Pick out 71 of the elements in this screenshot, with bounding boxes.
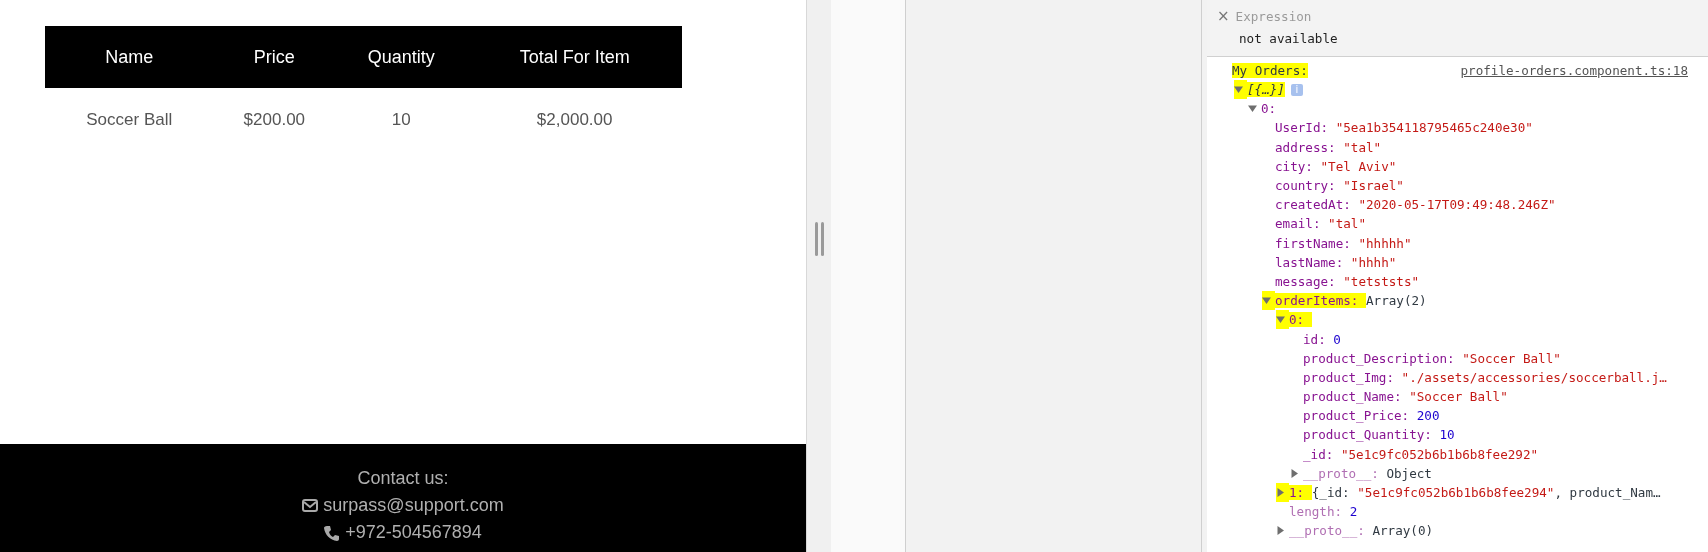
property-value: "tal" [1328, 216, 1366, 232]
triangle-down-icon[interactable] [1276, 315, 1285, 325]
property-key: orderItems: [1275, 293, 1366, 309]
column-header: Name [45, 26, 214, 88]
property-key: 0: [1289, 312, 1312, 328]
table-cell: $2,000.00 [467, 88, 682, 152]
drag-handle-icon[interactable] [815, 222, 824, 256]
triangle-down-icon[interactable] [1234, 85, 1243, 95]
property-value: "hhhhh" [1358, 235, 1412, 251]
property-key: product_Quantity: [1303, 427, 1432, 443]
property-value: "Tel Aviv" [1320, 158, 1397, 174]
column-header: Price [213, 26, 336, 88]
contact-heading: Contact us: [357, 467, 449, 490]
property-key: id: [1303, 331, 1326, 347]
expression-value: not available [1238, 31, 1339, 46]
triangle-right-icon[interactable] [1290, 468, 1299, 478]
property-key: 1: [1289, 485, 1312, 501]
property-key: city: [1275, 158, 1313, 174]
property-key: product_Img: [1303, 369, 1394, 385]
property-value: Object [1386, 465, 1432, 481]
close-button[interactable]: × [1217, 7, 1230, 25]
contact-phone: +972-504567894 [345, 521, 482, 544]
property-value: "2020-05-17T09:49:48.246Z" [1358, 197, 1556, 213]
property-key: address: [1275, 139, 1336, 155]
phone-icon [324, 524, 341, 541]
property-key: lastName: [1275, 254, 1344, 270]
property-key: message: [1275, 273, 1336, 289]
envelope-icon [302, 499, 319, 512]
property-value: 200 [1416, 408, 1440, 424]
property-key: createdAt: [1275, 197, 1351, 213]
property-key: __proto__: [1289, 523, 1365, 539]
property-key: length: [1289, 504, 1343, 520]
triangle-down-icon[interactable] [1262, 296, 1271, 306]
property-value: Array(0) [1372, 523, 1434, 539]
expression-label: Expression [1235, 8, 1312, 24]
source-link[interactable]: profile-orders.component.ts:18 [1460, 62, 1688, 78]
property-value: "Soccer Ball" [1409, 389, 1508, 405]
property-key: product_Description: [1303, 350, 1455, 366]
property-value: 0 [1333, 331, 1341, 347]
property-key: email: [1275, 216, 1321, 232]
log-message: My Orders: [1232, 62, 1308, 78]
property-key: 0: [1261, 101, 1277, 117]
triangle-down-icon[interactable] [1248, 104, 1257, 114]
property-value: "Israel" [1343, 178, 1404, 194]
table-cell: Soccer Ball [45, 88, 214, 152]
property-key: product_Price: [1303, 408, 1410, 424]
column-header: Total For Item [467, 26, 682, 88]
property-value: "./assets/accessories/soccerball.j… [1401, 369, 1667, 385]
property-value: "5ea1b354118795465c240e30" [1335, 120, 1533, 136]
property-value: "tal" [1343, 139, 1382, 155]
property-value: "tetststs" [1343, 273, 1420, 289]
table-cell: $200.00 [213, 88, 336, 152]
property-key: firstName: [1275, 235, 1351, 251]
property-value: "Soccer Ball" [1462, 350, 1561, 366]
property-value: [{…}] [1247, 82, 1285, 98]
property-key: __proto__: [1303, 465, 1379, 481]
triangle-right-icon[interactable] [1276, 488, 1285, 498]
property-value: "5e1c9fc052b6b1b6b8fee292" [1340, 446, 1539, 462]
property-key: product_Name: [1303, 389, 1402, 405]
triangle-right-icon[interactable] [1276, 526, 1285, 536]
property-value: 2 [1349, 504, 1358, 520]
column-header: Quantity [335, 26, 468, 88]
property-key: country: [1275, 178, 1336, 194]
property-key: _id: [1303, 446, 1334, 462]
property-value: "hhhh" [1350, 254, 1397, 270]
property-value: Array(2) [1366, 293, 1427, 309]
contact-email[interactable]: surpass@support.com [323, 492, 504, 519]
table-cell: 10 [335, 88, 468, 152]
property-value: 10 [1439, 427, 1455, 443]
property-value: {_id: "5e1c9fc052b6b1b6b8fee294", product_Nam… [1311, 485, 1661, 501]
property-key: UserId: [1275, 120, 1329, 136]
